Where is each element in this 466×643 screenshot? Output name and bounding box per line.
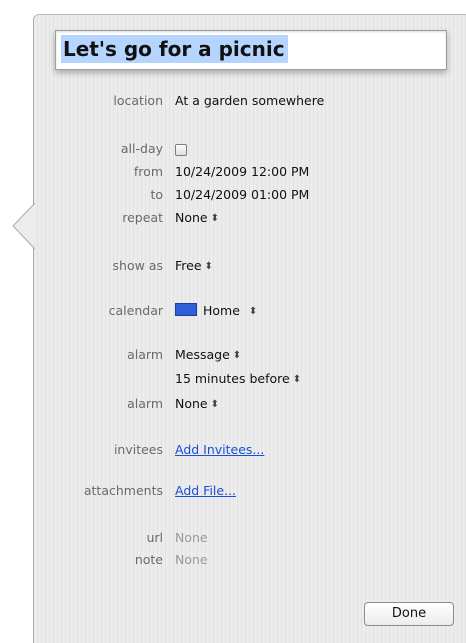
up-down-arrows-icon: ⬍ bbox=[232, 350, 242, 361]
repeat-popup[interactable]: None ⬍ bbox=[175, 209, 219, 229]
url-row: url None bbox=[0, 529, 466, 547]
invitees-label: invitees bbox=[113, 442, 163, 457]
repeat-row: repeat None ⬍ bbox=[0, 209, 466, 227]
show-as-row: show as Free ⬍ bbox=[0, 257, 466, 275]
up-down-arrows-icon: ⬍ bbox=[204, 261, 213, 272]
done-button[interactable]: Done bbox=[364, 602, 454, 626]
invitees-row: invitees Add Invitees... bbox=[0, 441, 466, 459]
to-row: to 10/24/2009 01:00 PM bbox=[0, 186, 466, 204]
all-day-label: all-day bbox=[120, 141, 163, 156]
calendar-color-swatch-icon bbox=[175, 303, 197, 316]
repeat-value: None bbox=[175, 210, 208, 225]
note-value[interactable]: None bbox=[175, 551, 208, 569]
all-day-checkbox[interactable] bbox=[175, 144, 187, 156]
url-value[interactable]: None bbox=[175, 529, 208, 547]
alarm-2-popup[interactable]: None ⬍ bbox=[175, 395, 219, 415]
alarm-type-row: alarm Message ⬍ bbox=[0, 346, 466, 364]
alarm-timing-popup[interactable]: 15 minutes before ⬍ bbox=[175, 370, 301, 390]
from-value[interactable]: 10/24/2009 12:00 PM bbox=[175, 163, 309, 181]
up-down-arrows-icon: ⬍ bbox=[292, 374, 302, 385]
attachments-row: attachments Add File... bbox=[0, 482, 466, 500]
note-label: note bbox=[134, 552, 163, 567]
all-day-value bbox=[175, 140, 187, 161]
add-file-link[interactable]: Add File... bbox=[175, 482, 236, 500]
to-value[interactable]: 10/24/2009 01:00 PM bbox=[175, 186, 309, 204]
show-as-value: Free bbox=[175, 258, 202, 273]
alarm-timing-value: 15 minutes before bbox=[175, 371, 290, 386]
calendar-label: calendar bbox=[108, 303, 163, 318]
show-as-label: show as bbox=[112, 258, 163, 273]
calendar-row: calendar Home ⬍ bbox=[0, 302, 466, 320]
alarm-2-value: None bbox=[175, 396, 208, 411]
up-down-arrows-icon: ⬍ bbox=[248, 306, 258, 317]
alarm-timing-row: 15 minutes before ⬍ bbox=[0, 370, 466, 388]
calendar-popup[interactable]: Home ⬍ bbox=[175, 302, 257, 322]
location-label: location bbox=[113, 93, 163, 108]
repeat-label: repeat bbox=[122, 210, 163, 225]
location-row: location At a garden somewhere bbox=[0, 92, 466, 110]
add-invitees-link[interactable]: Add Invitees... bbox=[175, 441, 264, 459]
note-row: note None bbox=[0, 551, 466, 569]
event-title-text[interactable]: Let's go for a picnic bbox=[61, 35, 288, 63]
event-title-field[interactable]: Let's go for a picnic bbox=[55, 30, 447, 70]
from-label: from bbox=[133, 164, 163, 179]
url-label: url bbox=[146, 530, 163, 545]
alarm-label: alarm bbox=[127, 347, 163, 362]
attachments-label: attachments bbox=[83, 483, 163, 498]
calendar-value: Home bbox=[203, 303, 240, 318]
all-day-row: all-day bbox=[0, 140, 466, 158]
alarm-type-popup[interactable]: Message ⬍ bbox=[175, 346, 241, 366]
from-row: from 10/24/2009 12:00 PM bbox=[0, 163, 466, 181]
to-label: to bbox=[150, 187, 163, 202]
up-down-arrows-icon: ⬍ bbox=[210, 399, 220, 410]
up-down-arrows-icon: ⬍ bbox=[210, 213, 220, 224]
alarm-2-row: alarm None ⬍ bbox=[0, 395, 466, 413]
location-value[interactable]: At a garden somewhere bbox=[175, 92, 324, 110]
alarm-type-value: Message bbox=[175, 347, 230, 362]
show-as-popup[interactable]: Free ⬍ bbox=[175, 257, 213, 277]
alarm-2-label: alarm bbox=[127, 396, 163, 411]
